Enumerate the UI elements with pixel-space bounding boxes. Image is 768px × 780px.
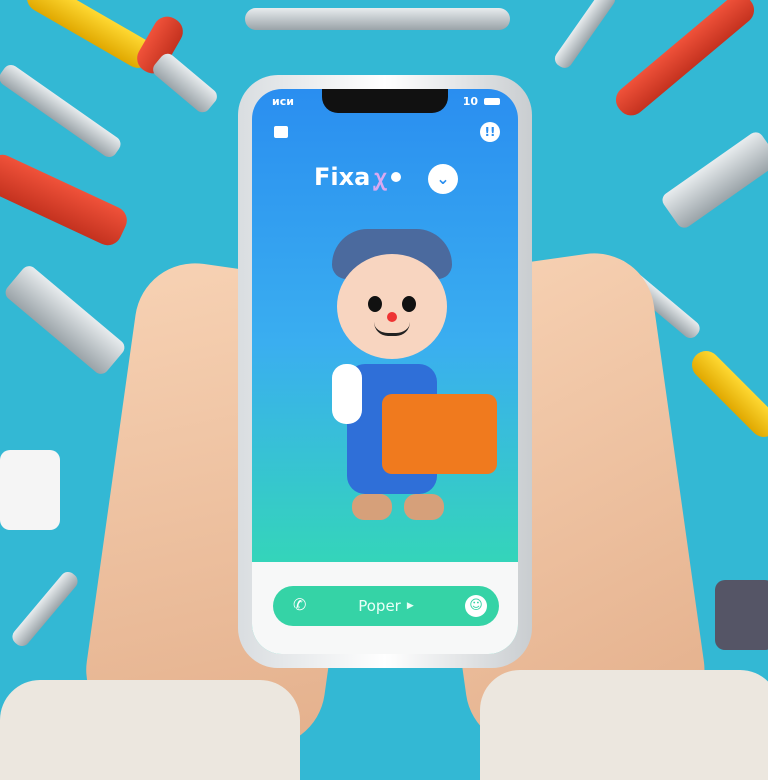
right-sleeve: [480, 670, 768, 780]
adjustable-wrench: [2, 262, 128, 378]
info-icon[interactable]: !!: [480, 122, 500, 142]
smiley-icon: ☺: [465, 595, 487, 617]
logo-text: Fixa: [314, 163, 371, 191]
wrench: [245, 8, 510, 30]
cta-label: Poper: [358, 597, 401, 615]
screwdriver: [610, 0, 760, 122]
chevron-down-icon[interactable]: ⌄: [428, 164, 458, 194]
adjustable-wrench: [659, 129, 768, 231]
toolbox-icon[interactable]: [274, 126, 288, 138]
thread-spool: [0, 450, 60, 530]
logo-dot: [390, 172, 401, 182]
pliers: [715, 580, 768, 650]
bottom-panel: ✆ Poper ▶ ☺: [252, 562, 518, 654]
pliers: [9, 568, 81, 650]
logo-mark-icon: ꭕ: [374, 166, 387, 191]
mascot-illustration: [292, 224, 497, 544]
status-time: 10: [462, 95, 478, 108]
battery-icon: [484, 98, 500, 105]
pliers-handle: [686, 345, 768, 443]
app-logo: Fixa ꭕ: [314, 162, 401, 192]
phone-icon: ✆: [293, 595, 307, 614]
wrench: [0, 61, 124, 161]
smartphone: ᴎᴄᴎ 10 !! Fixa ꭕ ⌄ ✆ Poper ▶ ☺: [238, 75, 532, 668]
toolbox: [382, 394, 497, 474]
wrench: [551, 0, 619, 72]
play-arrow-icon: ▶: [406, 601, 414, 611]
status-carrier: ᴎᴄᴎ: [272, 95, 294, 108]
mascot-face: [337, 254, 447, 359]
cta-button[interactable]: ✆ Poper ▶ ☺: [273, 586, 499, 626]
left-sleeve: [0, 680, 300, 780]
pliers-jaw: [149, 50, 221, 116]
notch: [322, 89, 448, 113]
screwdriver: [0, 150, 132, 250]
app-screen: ᴎᴄᴎ 10 !! Fixa ꭕ ⌄ ✆ Poper ▶ ☺: [252, 89, 518, 654]
